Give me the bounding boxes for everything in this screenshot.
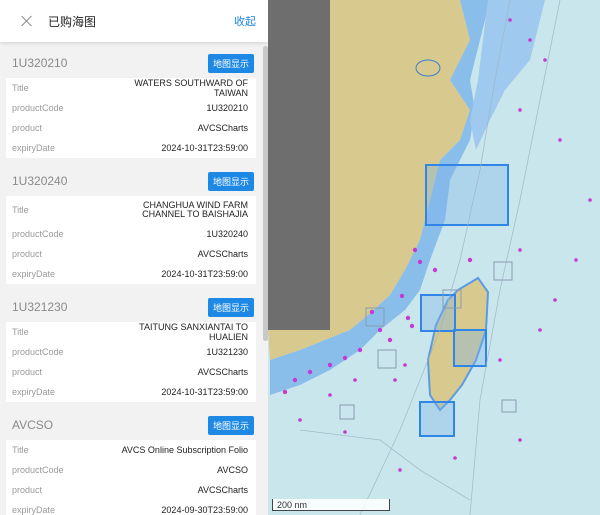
field-label: Title (12, 83, 29, 93)
scale-bar: 200 nm (272, 499, 390, 511)
field-title: CHANGHUA WIND FARM CHANNEL TO BAISHAJIA (142, 200, 248, 219)
purchased-charts-panel: 已购海图 收起 1U320210 地图显示 Title WATERS SOUTHWA… (0, 0, 268, 515)
field-label: product (12, 123, 43, 133)
chart-code: AVCSO (12, 418, 54, 432)
chart-item: AVCSO 地图显示 Title AVCS Online Subscription … (0, 410, 262, 515)
chart-cell-1U320240[interactable] (420, 294, 456, 332)
chart-item: 1U321230 地图显示 Title TAITUNG SANXIANTAI TO … (0, 292, 262, 402)
chart-cell-1U320210[interactable] (425, 164, 509, 226)
field-label: product (12, 485, 43, 495)
chart-cell-avcso[interactable] (419, 401, 455, 437)
panel-title: 已购海图 (48, 14, 97, 29)
field-expiry-date: 2024-10-31T23:59:00 (161, 269, 248, 279)
collapse-button[interactable]: 收起 (234, 13, 256, 29)
field-label: Title (12, 445, 29, 455)
chart-code: 1U320210 (12, 56, 68, 70)
field-product: AVCSCharts (197, 485, 248, 495)
field-product: AVCSCharts (197, 367, 248, 377)
chart-code: 1U320240 (12, 174, 68, 188)
field-label: Title (12, 327, 29, 337)
field-expiry-date: 2024-10-31T23:59:00 (161, 387, 248, 397)
field-product: AVCSCharts (197, 249, 248, 259)
field-product-code: 1U320210 (206, 103, 248, 113)
chart-cell-1U321230[interactable] (453, 329, 487, 367)
field-label: productCode (12, 347, 64, 357)
show-on-map-button[interactable]: 地图显示 (207, 415, 254, 435)
field-label: expiryDate (12, 387, 56, 397)
field-label: productCode (12, 229, 64, 239)
field-product: AVCSCharts (197, 123, 248, 133)
show-on-map-button[interactable]: 地图显示 (207, 297, 254, 317)
scrollbar[interactable] (263, 46, 268, 341)
panel-header: 已购海图 收起 (0, 0, 268, 42)
no-data-area (268, 0, 330, 330)
close-icon[interactable] (20, 14, 34, 28)
chart-item: 1U320210 地图显示 Title WATERS SOUTHWARD OF TA… (0, 48, 262, 158)
field-label: productCode (12, 465, 64, 475)
field-label: Title (12, 205, 29, 215)
field-product-code: AVCSO (217, 465, 248, 475)
field-title: WATERS SOUTHWARD OF TAIWAN (134, 78, 248, 98)
field-label: expiryDate (12, 269, 56, 279)
show-on-map-button[interactable]: 地图显示 (207, 53, 254, 73)
field-label: product (12, 367, 43, 377)
field-product-code: 1U320240 (206, 229, 248, 239)
field-title: AVCS Online Subscription Folio (121, 445, 248, 455)
field-label: expiryDate (12, 143, 56, 153)
field-expiry-date: 2024-10-31T23:59:00 (161, 143, 248, 153)
island (415, 59, 441, 77)
field-expiry-date: 2024-09-30T23:59:00 (161, 505, 248, 515)
field-title: TAITUNG SANXIANTAI TO HUALIEN (139, 322, 248, 342)
show-on-map-button[interactable]: 地图显示 (207, 171, 254, 191)
field-label: product (12, 249, 43, 259)
field-label: productCode (12, 103, 64, 113)
chart-code: 1U321230 (12, 300, 68, 314)
chart-item: 1U320240 地图显示 Title CHANGHUA WIND FARM CHA… (0, 166, 262, 284)
field-product-code: 1U321230 (206, 347, 248, 357)
field-label: expiryDate (12, 505, 56, 515)
chart-list[interactable]: 1U320210 地图显示 Title WATERS SOUTHWARD OF TA… (0, 48, 262, 515)
